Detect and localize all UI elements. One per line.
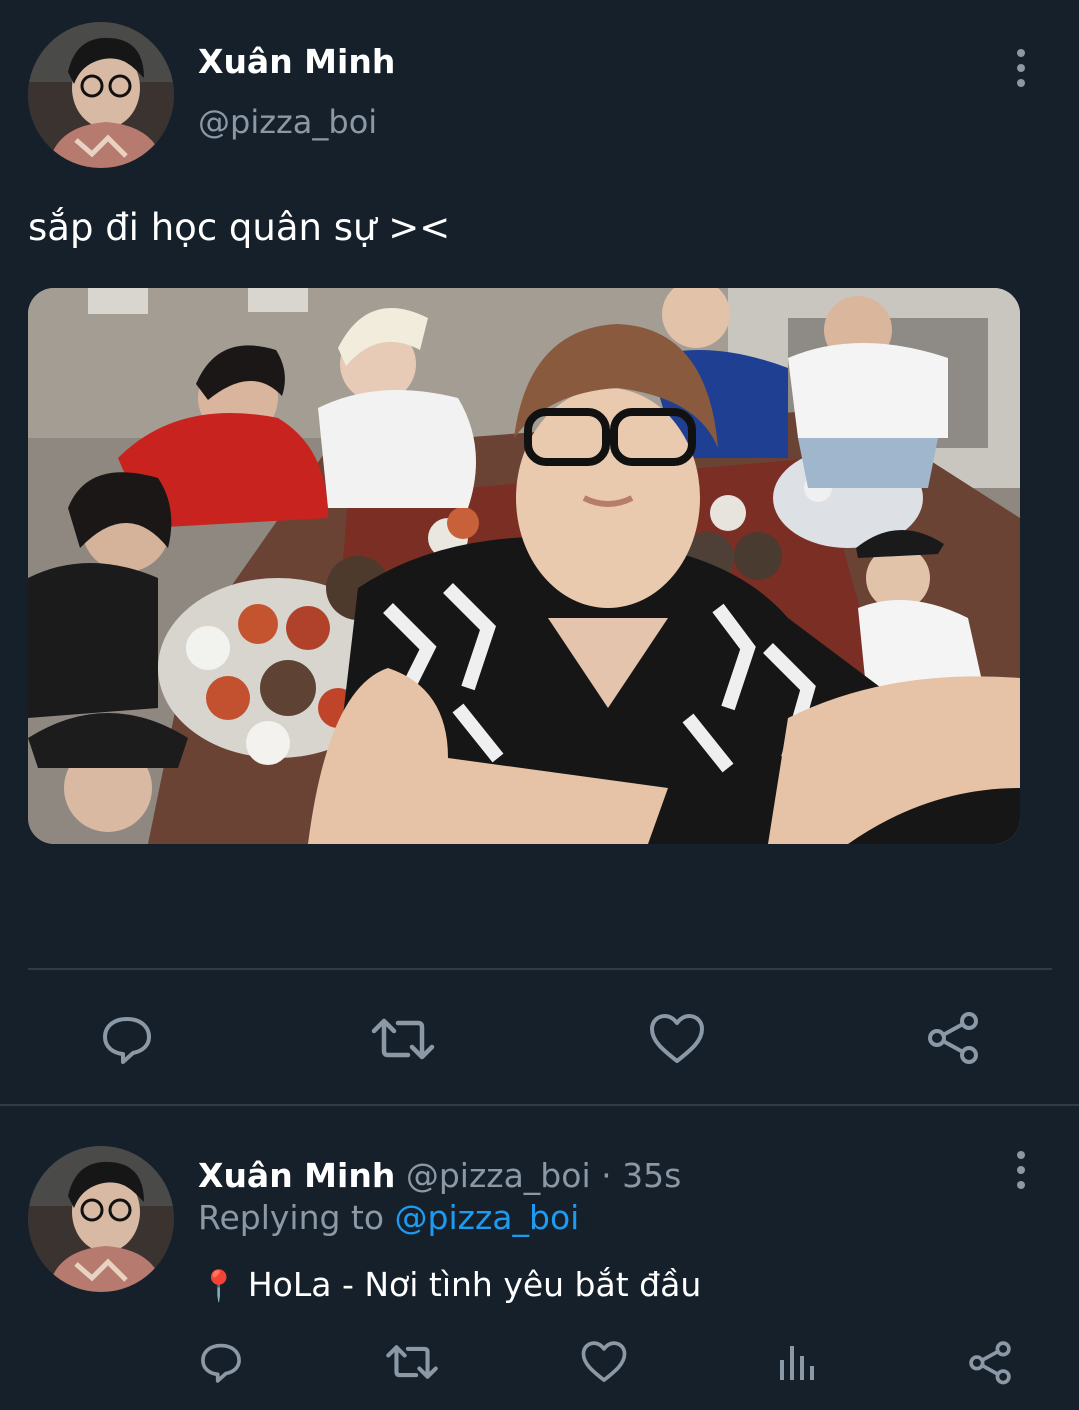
comment-icon[interactable] bbox=[96, 1008, 158, 1070]
more-vertical-icon[interactable] bbox=[1001, 46, 1041, 90]
more-vertical-icon[interactable] bbox=[1001, 1148, 1041, 1192]
reply-text: HoLa - Nơi tình yêu bắt đầu bbox=[247, 1265, 702, 1304]
retweet-icon[interactable] bbox=[370, 1008, 436, 1070]
retweet-icon[interactable] bbox=[384, 1336, 440, 1388]
reply-separator: · bbox=[601, 1156, 612, 1195]
author-name[interactable]: Xuân Minh bbox=[198, 40, 395, 84]
tweet-text: sắp đi học quân sự >< bbox=[28, 206, 451, 249]
share-icon[interactable] bbox=[964, 1336, 1016, 1388]
replying-prefix: Replying to bbox=[198, 1198, 385, 1237]
reply-header: Xuân Minh @pizza_boi · 35s bbox=[198, 1154, 681, 1198]
analytics-icon[interactable] bbox=[772, 1336, 822, 1388]
reply-author-name[interactable]: Xuân Minh bbox=[198, 1156, 395, 1195]
tweet-divider bbox=[28, 968, 1052, 970]
heart-icon[interactable] bbox=[646, 1008, 708, 1070]
heart-icon[interactable] bbox=[578, 1336, 630, 1388]
reply-text-row: 📍 HoLa - Nơi tình yêu bắt đầu bbox=[200, 1262, 701, 1310]
reply-author-handle[interactable]: @pizza_boi bbox=[406, 1156, 591, 1195]
share-icon[interactable] bbox=[922, 1006, 984, 1068]
replying-handle-link[interactable]: @pizza_boi bbox=[395, 1198, 580, 1237]
reply-author-avatar[interactable] bbox=[28, 1146, 174, 1292]
tweet-photo[interactable] bbox=[28, 288, 1020, 844]
comment-icon[interactable] bbox=[196, 1336, 246, 1388]
replying-to: Replying to @pizza_boi bbox=[198, 1196, 579, 1240]
author-avatar[interactable] bbox=[28, 22, 174, 168]
section-divider bbox=[0, 1104, 1079, 1106]
author-handle[interactable]: @pizza_boi bbox=[198, 100, 377, 144]
reply-time[interactable]: 35s bbox=[622, 1156, 681, 1195]
location-pin-icon: 📍 bbox=[200, 1269, 238, 1304]
